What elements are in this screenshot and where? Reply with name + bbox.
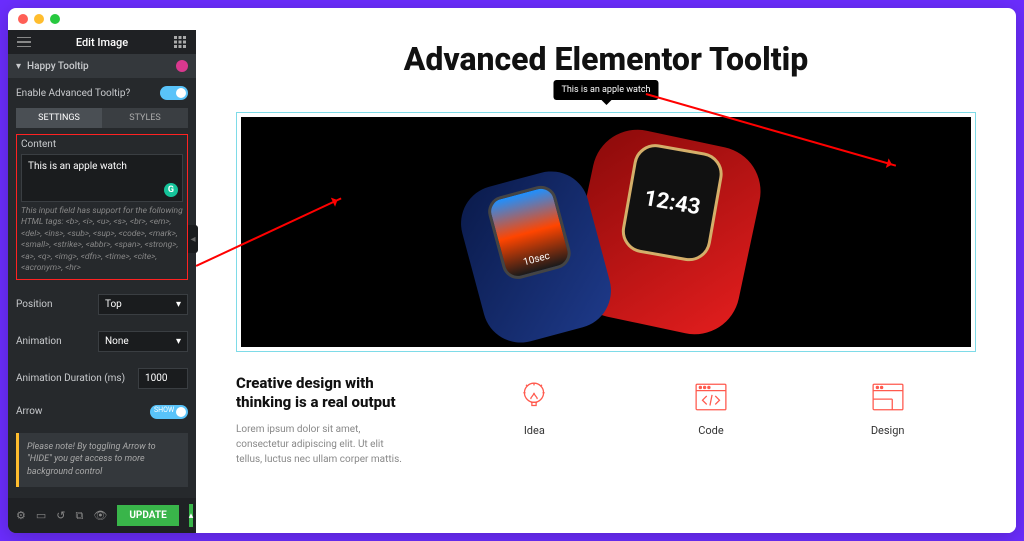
grammarly-icon[interactable]: G	[164, 183, 178, 197]
animation-value: None	[105, 336, 129, 347]
menu-icon[interactable]	[16, 34, 32, 50]
panel-collapse-handle[interactable]: ◂	[188, 225, 198, 253]
section-happy-tooltip[interactable]: ▾ Happy Tooltip	[8, 54, 196, 78]
animation-select[interactable]: None ▾	[98, 331, 188, 352]
content-heading: Creative design with thinking is a real …	[236, 374, 406, 412]
chevron-down-icon: ▾	[176, 299, 181, 310]
panel-title: Edit Image	[76, 36, 128, 49]
enable-tooltip-label: Enable Advanced Tooltip?	[16, 88, 130, 99]
feature-code-label: Code	[698, 424, 723, 437]
animation-label: Animation	[16, 336, 62, 347]
duration-input[interactable]: 1000	[138, 368, 188, 389]
responsive-mode-icon[interactable]: ⧉	[76, 509, 84, 523]
apps-grid-icon[interactable]	[172, 34, 188, 50]
hero-image: 12:43 10sec	[241, 117, 971, 347]
enable-tooltip-toggle[interactable]	[160, 86, 188, 100]
position-select[interactable]: Top ▾	[98, 294, 188, 315]
code-window-icon	[694, 380, 728, 414]
arrow-toggle[interactable]: SHOW	[150, 405, 188, 419]
arrow-label: Arrow	[16, 406, 42, 417]
position-value: Top	[105, 299, 122, 310]
duration-label: Animation Duration (ms)	[16, 373, 125, 384]
settings-icon[interactable]: ⚙	[16, 509, 26, 522]
update-caret-button[interactable]: ▴	[189, 504, 194, 527]
section-label: Happy Tooltip	[27, 61, 176, 72]
position-label: Position	[16, 299, 52, 310]
caret-down-icon: ▾	[16, 61, 21, 72]
arrow-toggle-text: SHOW	[154, 406, 174, 414]
feature-design-label: Design	[871, 424, 905, 437]
section-indicator-icon	[176, 60, 188, 72]
window-titlebar	[8, 8, 1016, 30]
layout-icon	[871, 380, 905, 414]
feature-design: Design	[871, 380, 905, 437]
arrow-note: Please note! By toggling Arrow to "HIDE"…	[16, 433, 188, 487]
chevron-down-icon: ▾	[176, 336, 181, 347]
feature-idea: Idea	[517, 380, 551, 437]
content-field-highlight: Content This is an apple watch G This in…	[16, 134, 188, 280]
maximize-dot[interactable]	[50, 14, 60, 24]
content-textarea[interactable]: This is an apple watch G	[21, 154, 183, 202]
preview-icon[interactable]: 👁	[93, 509, 107, 522]
feature-idea-label: Idea	[524, 424, 545, 437]
watch-face-time: 12:43	[642, 185, 702, 219]
minimize-dot[interactable]	[34, 14, 44, 24]
content-value: This is an apple watch	[28, 161, 127, 172]
close-dot[interactable]	[18, 14, 28, 24]
feature-code: Code	[694, 380, 728, 437]
image-widget-frame[interactable]: 12:43 10sec	[236, 112, 976, 352]
content-body: Lorem ipsum dolor sit amet, consectetur …	[236, 422, 406, 467]
editor-sidebar: Edit Image ▾ Happy Tooltip Enable Advanc…	[8, 30, 196, 533]
tooltip-preview: This is an apple watch	[553, 80, 658, 100]
history-icon[interactable]: ↺	[56, 509, 65, 522]
content-label: Content	[21, 139, 183, 150]
tab-styles[interactable]: STYLES	[102, 108, 188, 128]
update-button[interactable]: UPDATE	[117, 505, 178, 526]
page-title: Advanced Elementor Tooltip	[236, 40, 976, 78]
tab-settings[interactable]: SETTINGS	[16, 108, 102, 128]
watch-small-text: 10sec	[522, 251, 551, 269]
navigator-icon[interactable]: ▭	[36, 509, 46, 522]
lightbulb-icon	[517, 380, 551, 414]
preview-canvas: Advanced Elementor Tooltip This is an ap…	[196, 30, 1016, 533]
content-help-text: This input field has support for the fol…	[21, 206, 183, 275]
